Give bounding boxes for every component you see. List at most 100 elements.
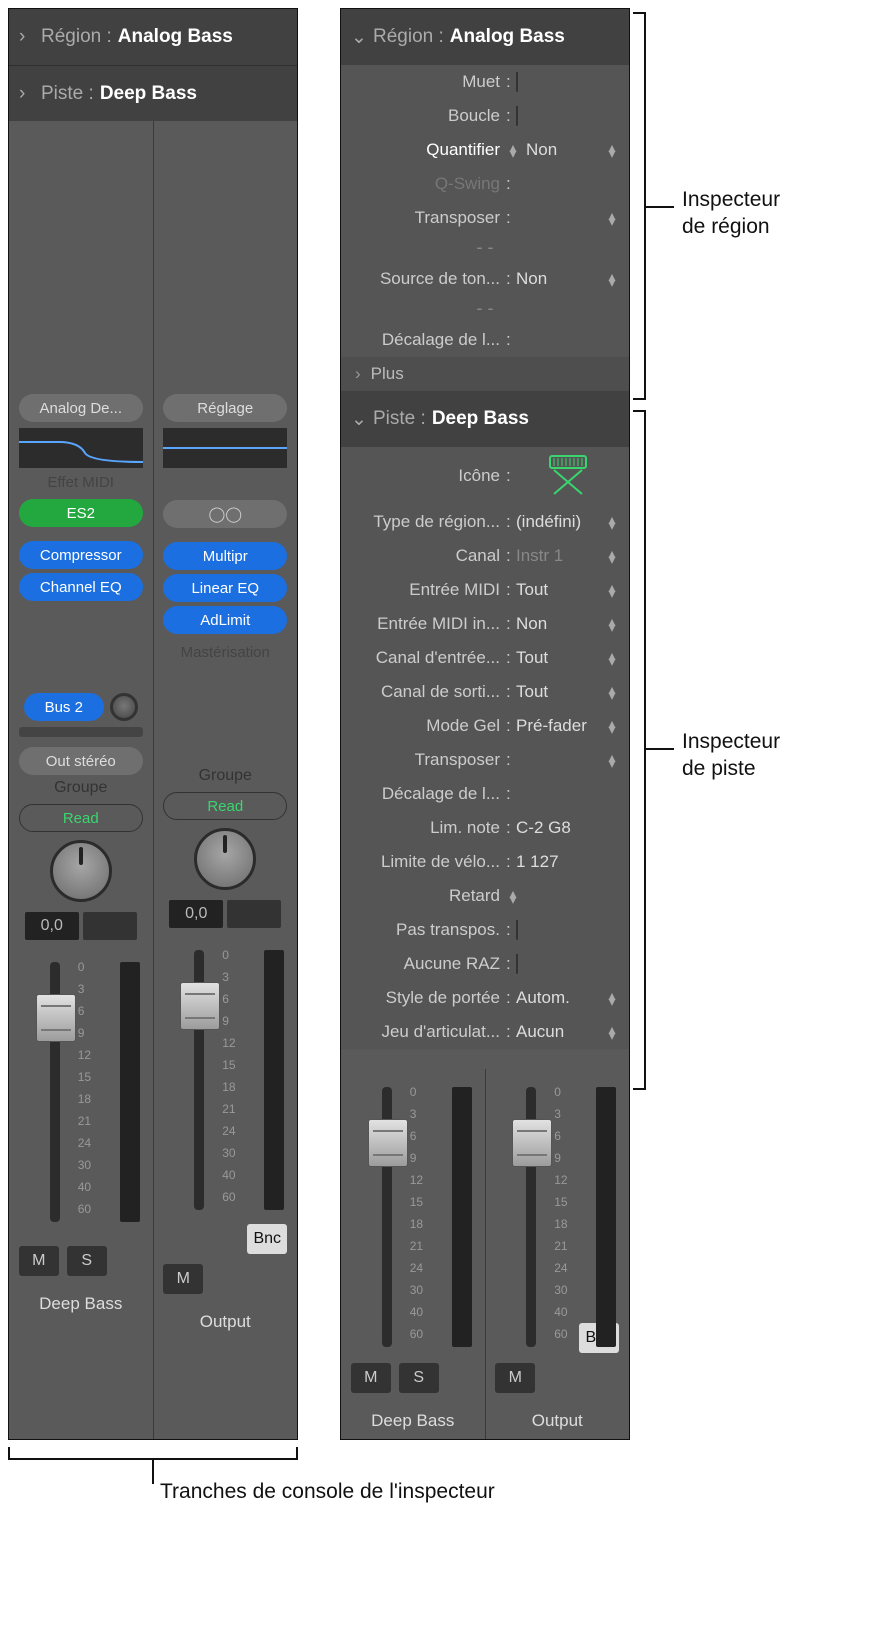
region-value: Analog Bass xyxy=(450,26,565,48)
group-slot[interactable]: Groupe xyxy=(199,767,252,785)
stepper-icon[interactable] xyxy=(605,273,619,285)
solo-button[interactable]: S xyxy=(399,1363,439,1393)
param-midi-in[interactable]: Entrée MIDI:Tout xyxy=(341,573,629,607)
checkbox[interactable] xyxy=(516,954,518,974)
keyboard-stand-icon xyxy=(544,454,592,498)
fader-ticks: 03691215182124304060 xyxy=(410,1081,423,1345)
track-header[interactable]: › Piste : Deep Bass xyxy=(9,65,297,121)
automation-mode[interactable]: Read xyxy=(163,792,287,820)
region-header-expanded[interactable]: ⌄ Région : Analog Bass xyxy=(341,9,629,65)
fader-ticks: 03691215182124304060 xyxy=(78,956,91,1220)
audio-fx-slot[interactable]: AdLimit xyxy=(163,606,287,634)
audio-fx-slot[interactable]: Compressor xyxy=(19,541,143,569)
param-note-limit[interactable]: Lim. note:C-2 G8 xyxy=(341,811,629,845)
pan-knob[interactable] xyxy=(194,828,256,890)
left-inspector-panel: › Région : Analog Bass › Piste : Deep Ba… xyxy=(8,8,298,1440)
stepper-icon[interactable] xyxy=(506,144,520,156)
stepper-icon[interactable] xyxy=(605,584,619,596)
eq-thumbnail[interactable] xyxy=(19,428,143,468)
track-value: Deep Bass xyxy=(100,83,197,105)
gain-value[interactable]: 0,0 xyxy=(169,900,223,928)
send-knob[interactable] xyxy=(110,693,138,721)
chevron-right-icon: › xyxy=(355,364,361,384)
param-icon[interactable]: Icône: xyxy=(341,447,629,505)
checkbox[interactable] xyxy=(516,920,518,940)
stepper-icon[interactable] xyxy=(605,212,619,224)
instrument-slot[interactable]: ES2 xyxy=(19,499,143,527)
param-staff-style[interactable]: Style de portée:Autom. xyxy=(341,981,629,1015)
audio-fx-slot[interactable]: Multipr xyxy=(163,542,287,570)
param-channel-out[interactable]: Canal de sorti...:Tout xyxy=(341,675,629,709)
pan-knob[interactable] xyxy=(50,840,112,902)
track-label: Piste : xyxy=(41,83,94,105)
stepper-icon[interactable] xyxy=(605,516,619,528)
param-no-transpose[interactable]: Pas transpos.: xyxy=(341,913,629,947)
fader[interactable]: 03691215182124304060 xyxy=(16,956,146,1236)
fader[interactable]: 03691215182124304060 xyxy=(492,1081,622,1323)
param-midi-in-internal[interactable]: Entrée MIDI in...:Non xyxy=(341,607,629,641)
callout-line xyxy=(152,1460,154,1484)
fader[interactable]: 03691215182124304060 xyxy=(348,1081,478,1353)
stepper-icon[interactable] xyxy=(605,1026,619,1038)
mute-button[interactable]: M xyxy=(351,1363,391,1393)
gain-value[interactable]: 0,0 xyxy=(25,912,79,940)
param-region-type[interactable]: Type de région...:(indéfini) xyxy=(341,505,629,539)
stepper-icon[interactable] xyxy=(605,144,619,156)
mute-button[interactable]: M xyxy=(19,1246,59,1276)
param-key-source[interactable]: Source de ton...: Non xyxy=(341,262,629,296)
automation-mode[interactable]: Read xyxy=(19,804,143,832)
group-slot[interactable]: Groupe xyxy=(54,779,107,797)
param-velocity-limit[interactable]: Limite de vélo...:1 127 xyxy=(341,845,629,879)
stepper-icon[interactable] xyxy=(605,550,619,562)
param-retard[interactable]: Retard xyxy=(341,879,629,913)
param-channel-in[interactable]: Canal d'entrée...:Tout xyxy=(341,641,629,675)
output-slot[interactable]: Out stéréo xyxy=(19,747,143,775)
stepper-icon[interactable] xyxy=(605,652,619,664)
stepper-icon[interactable] xyxy=(506,890,520,902)
fader[interactable]: 03691215182124304060 xyxy=(160,944,290,1224)
track-header-expanded[interactable]: ⌄ Piste : Deep Bass xyxy=(341,391,629,447)
settings-pill[interactable]: Réglage xyxy=(163,394,287,422)
fader-ticks: 03691215182124304060 xyxy=(554,1081,567,1345)
param-freeze-mode[interactable]: Mode Gel:Pré-fader xyxy=(341,709,629,743)
audio-fx-slot[interactable]: Channel EQ xyxy=(19,573,143,601)
mute-button[interactable]: M xyxy=(163,1264,203,1294)
settings-pill[interactable]: Analog De... xyxy=(19,394,143,422)
region-label: Région : xyxy=(41,26,112,48)
param-delay[interactable]: Décalage de l...: xyxy=(341,777,629,811)
region-header[interactable]: › Région : Analog Bass xyxy=(9,9,297,65)
level-meter xyxy=(596,1087,616,1347)
peak-value[interactable] xyxy=(83,912,137,940)
send-slot[interactable]: Bus 2 xyxy=(24,693,104,721)
param-quantize[interactable]: Quantifier Non xyxy=(341,133,629,167)
stereo-indicator[interactable]: ◯◯ xyxy=(163,500,287,528)
param-transpose[interactable]: Transposer: xyxy=(341,201,629,235)
stepper-icon[interactable] xyxy=(605,618,619,630)
peak-value[interactable] xyxy=(227,900,281,928)
param-transpose[interactable]: Transposer: xyxy=(341,743,629,777)
channel-strip-output: 03691215182124304060 Bnc M Output xyxy=(485,1069,630,1439)
param-delay[interactable]: Décalage de l...: xyxy=(341,323,629,357)
send-slider[interactable] xyxy=(19,727,143,737)
solo-button[interactable]: S xyxy=(67,1246,107,1276)
checkbox[interactable] xyxy=(516,106,518,126)
param-mute[interactable]: Muet: xyxy=(341,65,629,99)
more-disclosure[interactable]: › Plus xyxy=(341,357,629,391)
mute-button[interactable]: M xyxy=(495,1363,535,1393)
stepper-icon[interactable] xyxy=(605,992,619,1004)
eq-thumbnail[interactable] xyxy=(163,428,287,468)
param-articulation-set[interactable]: Jeu d'articulat...:Aucun xyxy=(341,1015,629,1049)
chevron-right-icon: › xyxy=(19,83,41,105)
param-no-reset[interactable]: Aucune RAZ: xyxy=(341,947,629,981)
checkbox[interactable] xyxy=(516,72,518,92)
level-meter xyxy=(264,950,284,1210)
stepper-icon[interactable] xyxy=(605,754,619,766)
chevron-down-icon: ⌄ xyxy=(351,408,373,431)
chevron-down-icon: ⌄ xyxy=(351,26,373,49)
param-channel[interactable]: Canal:Instr 1 xyxy=(341,539,629,573)
param-loop[interactable]: Boucle: xyxy=(341,99,629,133)
audio-fx-slot[interactable]: Linear EQ xyxy=(163,574,287,602)
stepper-icon[interactable] xyxy=(605,720,619,732)
stepper-icon[interactable] xyxy=(605,686,619,698)
bounce-button[interactable]: Bnc xyxy=(247,1224,287,1254)
